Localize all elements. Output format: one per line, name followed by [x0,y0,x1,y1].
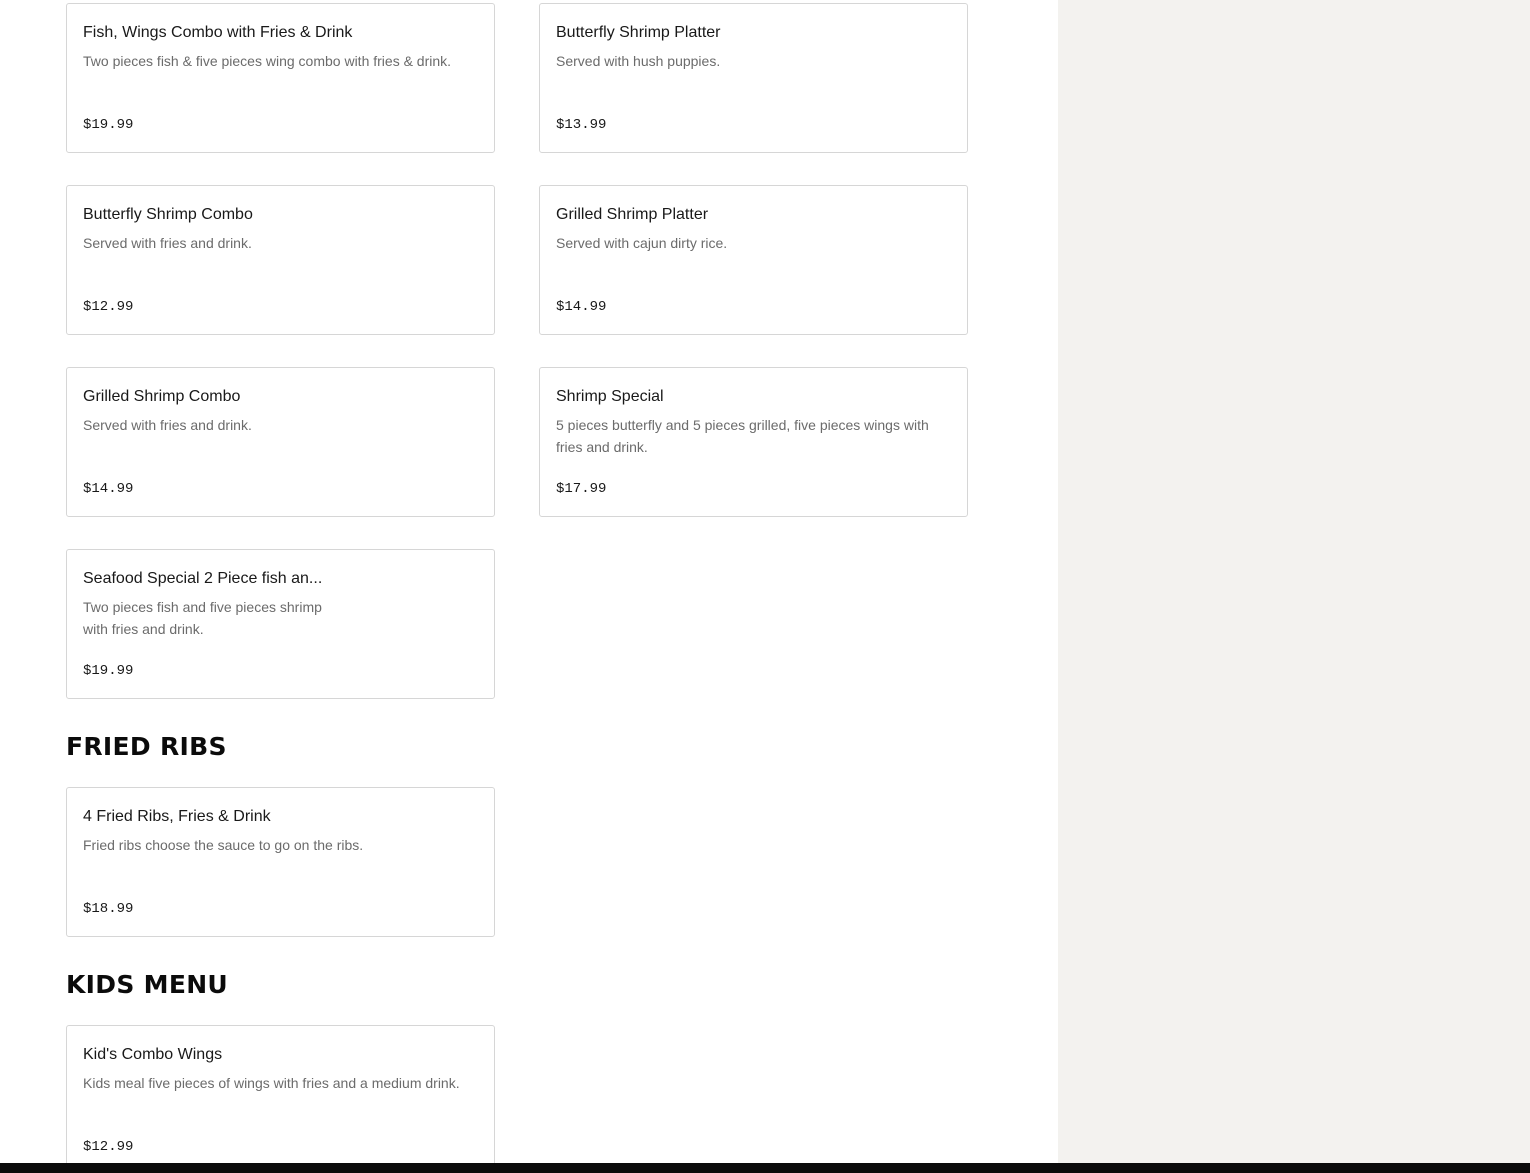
menu-item-price: $19.99 [83,663,134,679]
menu-item-name: Shrimp Special [556,388,664,405]
menu-item-price: $17.99 [556,481,607,497]
menu-item-price: $18.99 [83,901,134,917]
menu-item-card[interactable]: Grilled Shrimp Platter Served with cajun… [539,185,968,335]
menu-item-description: Served with fries and drink. [83,417,252,433]
side-panel [1058,0,1530,1173]
menu-content: Fish, Wings Combo with Fries & Drink Two… [0,0,1058,1173]
menu-item-description: 5 pieces butterfly and 5 pieces grilled,… [556,417,929,455]
menu-item-card[interactable]: Butterfly Shrimp Combo Served with fries… [66,185,495,335]
menu-item-description: Kids meal five pieces of wings with frie… [83,1075,460,1091]
menu-item-description: Served with cajun dirty rice. [556,235,728,251]
menu-item-card[interactable]: Kid's Combo Wings Kids meal five pieces … [66,1025,495,1173]
menu-item-description: Two pieces fish & five pieces wing combo… [83,53,452,69]
bottom-bar [0,1163,1530,1173]
menu-item-name: 4 Fried Ribs, Fries & Drink [83,808,271,825]
menu-item-price: $14.99 [83,481,134,497]
menu-item-name: Butterfly Shrimp Platter [556,24,721,41]
menu-item-card[interactable]: 4 Fried Ribs, Fries & Drink Fried ribs c… [66,787,495,937]
menu-item-description: Served with hush puppies. [556,53,721,69]
menu-item-name: Grilled Shrimp Platter [556,206,709,223]
menu-item-name: Seafood Special 2 Piece fish an... [83,570,323,587]
menu-item-card[interactable]: Butterfly Shrimp Platter Served with hus… [539,3,968,153]
restaurant-menu-page: Fish, Wings Combo with Fries & Drink Two… [0,0,1530,1173]
menu-item-card[interactable]: Fish, Wings Combo with Fries & Drink Two… [66,3,495,153]
menu-item-name: Grilled Shrimp Combo [83,388,241,405]
menu-item-price: $12.99 [83,299,134,315]
section-title-fried-ribs: FRIED RIBS [66,732,227,761]
menu-item-name: Butterfly Shrimp Combo [83,206,253,223]
menu-item-name: Fish, Wings Combo with Fries & Drink [83,24,353,41]
menu-item-description: Two pieces fish and five pieces shrimp w… [83,599,322,637]
menu-item-card[interactable]: Seafood Special 2 Piece fish an... Two p… [66,549,495,699]
menu-item-price: $19.99 [83,117,134,133]
menu-item-price: $13.99 [556,117,607,133]
menu-item-name: Kid's Combo Wings [83,1046,223,1063]
menu-item-price: $12.99 [83,1139,134,1155]
menu-item-description: Fried ribs choose the sauce to go on the… [83,837,364,853]
section-title-kids-menu: KIDS MENU [66,970,229,999]
menu-item-card[interactable]: Shrimp Special 5 pieces butterfly and 5 … [539,367,968,517]
menu-item-card[interactable]: Grilled Shrimp Combo Served with fries a… [66,367,495,517]
menu-item-description: Served with fries and drink. [83,235,252,251]
menu-item-price: $14.99 [556,299,607,315]
